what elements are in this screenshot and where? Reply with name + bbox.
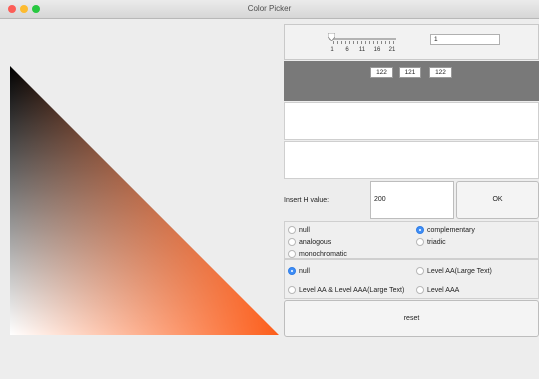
- h-value-input[interactable]: 200: [370, 181, 454, 219]
- red-value-field[interactable]: 122: [370, 67, 393, 78]
- slider-tick-label: 1: [330, 47, 334, 53]
- radio-contrast-aa-aaa-large[interactable]: Level AA & Level AAA(Large Text): [288, 285, 404, 295]
- radio-label: complementary: [427, 226, 475, 234]
- radio-dot: [416, 286, 424, 294]
- radio-dot: [416, 226, 424, 234]
- radio-label: Level AA(Large Text): [427, 267, 492, 275]
- radio-dot: [288, 238, 296, 246]
- radio-dot: [288, 267, 296, 275]
- radio-harmony-analogous[interactable]: analogous: [288, 237, 331, 247]
- contrast-radio-group: null Level AA(Large Text) Level AA & Lev…: [284, 259, 539, 299]
- radio-dot: [416, 267, 424, 275]
- slider-tick-label: 11: [358, 47, 366, 53]
- radio-dot: [288, 250, 296, 258]
- radio-contrast-aaa[interactable]: Level AAA: [416, 285, 459, 295]
- color-gradient-triangle[interactable]: [10, 66, 279, 335]
- color-swatch-2: [284, 141, 539, 179]
- radio-label: monochromatic: [299, 250, 347, 258]
- radio-dot: [416, 238, 424, 246]
- harmony-radio-group: null complementary analogous triadic mon…: [284, 221, 539, 259]
- reset-button[interactable]: reset: [284, 300, 539, 337]
- radio-contrast-null[interactable]: null: [288, 266, 310, 276]
- radio-label: analogous: [299, 238, 332, 246]
- slider-track[interactable]: [329, 38, 396, 40]
- slider-tick-label: 21: [388, 47, 396, 53]
- radio-label: null: [299, 267, 310, 275]
- radio-harmony-complementary[interactable]: complementary: [416, 225, 475, 235]
- radio-label: null: [299, 226, 310, 234]
- window-title: Color Picker: [247, 4, 292, 13]
- slider-ticks: [333, 41, 395, 44]
- blue-value-field[interactable]: 122: [429, 67, 452, 78]
- color-preview-panel: 122 121 122: [284, 61, 539, 101]
- slider-tick-label: 16: [373, 47, 381, 53]
- radio-label: triadic: [427, 238, 446, 246]
- slider-value-field[interactable]: 1: [430, 34, 500, 45]
- slider-thumb[interactable]: [328, 33, 335, 41]
- slider-tick-label: 6: [345, 47, 349, 53]
- radio-harmony-monochromatic[interactable]: monochromatic: [288, 249, 347, 259]
- green-value-field[interactable]: 121: [399, 67, 421, 78]
- h-value-label: Insert H value:: [284, 197, 330, 204]
- radio-dot: [288, 226, 296, 234]
- radio-dot: [288, 286, 296, 294]
- ok-button[interactable]: OK: [456, 181, 539, 219]
- color-swatch-1: [284, 102, 539, 140]
- shade-slider-panel: 1 6 11 16 21 1: [284, 24, 539, 60]
- radio-harmony-triadic[interactable]: triadic: [416, 237, 446, 247]
- title-bar: Color Picker: [0, 0, 539, 19]
- radio-label: Level AAA: [427, 286, 460, 294]
- radio-harmony-null[interactable]: null: [288, 225, 310, 235]
- radio-label: Level AA & Level AAA(Large Text): [299, 286, 405, 294]
- radio-contrast-aa-large[interactable]: Level AA(Large Text): [416, 266, 492, 276]
